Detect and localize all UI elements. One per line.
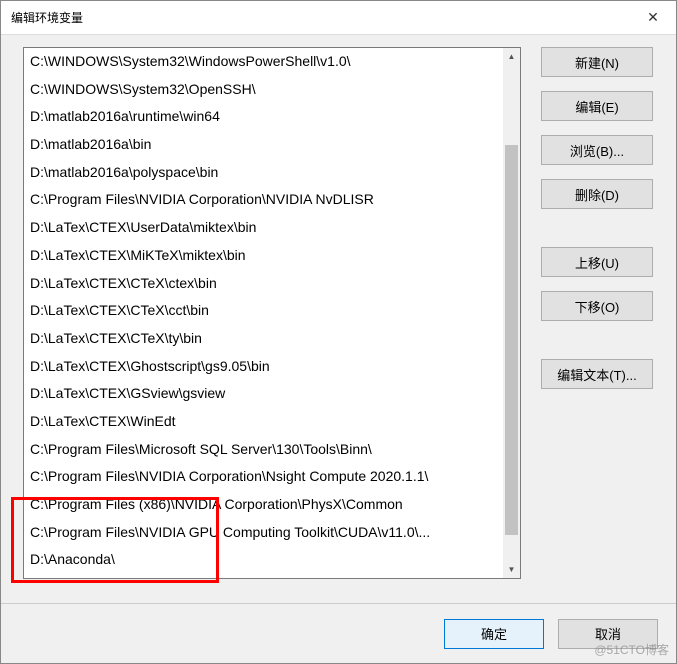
list-item[interactable]: C:\WINDOWS\System32\OpenSSH\ [24,76,503,104]
list-item[interactable]: D:\LaTex\CTEX\UserData\miktex\bin [24,214,503,242]
bottom-bar: 确定 取消 [1,603,676,663]
side-button-column: 新建(N) 编辑(E) 浏览(B)... 删除(D) 上移(U) 下移(O) 编… [541,47,653,591]
list-item[interactable]: D:\matlab2016a\runtime\win64 [24,103,503,131]
movedown-button[interactable]: 下移(O) [541,291,653,321]
list-item[interactable]: D:\LaTex\CTEX\Ghostscript\gs9.05\bin [24,353,503,381]
list-item[interactable]: D:\LaTex\CTEX\GSview\gsview [24,380,503,408]
close-button[interactable]: ✕ [630,1,676,35]
moveup-button[interactable]: 上移(U) [541,247,653,277]
new-button[interactable]: 新建(N) [541,47,653,77]
scroll-thumb[interactable] [505,145,518,535]
delete-button[interactable]: 删除(D) [541,179,653,209]
scroll-track[interactable] [503,65,520,561]
list-item[interactable]: D:\Anaconda\ [24,546,503,574]
browse-button[interactable]: 浏览(B)... [541,135,653,165]
list-item[interactable]: D:\matlab2016a\bin [24,131,503,159]
list-item[interactable]: D:\LaTex\CTEX\MiKTeX\miktex\bin [24,242,503,270]
list-item[interactable]: C:\WINDOWS\System32\WindowsPowerShell\v1… [24,48,503,76]
scroll-down-icon[interactable]: ▼ [503,561,520,578]
list-item[interactable]: D:\LaTex\CTEX\WinEdt [24,408,503,436]
titlebar: 编辑环境变量 ✕ [1,1,676,35]
list-item[interactable]: D:\LaTex\CTEX\CTeX\cct\bin [24,297,503,325]
dialog-window: 编辑环境变量 ✕ C:\WINDOWS\System32\WindowsPowe… [0,0,677,664]
list-scroll: C:\WINDOWS\System32\WindowsPowerShell\v1… [24,48,503,578]
list-item[interactable]: D:\matlab2016a\polyspace\bin [24,159,503,187]
dialog-title: 编辑环境变量 [11,9,83,26]
list-item[interactable]: C:\Program Files\NVIDIA GPU Computing To… [24,519,503,547]
close-icon: ✕ [647,9,659,26]
list-item[interactable]: D:\LaTex\CTEX\CTeX\ctex\bin [24,270,503,298]
list-item[interactable]: D:\LaTex\CTEX\CTeX\ty\bin [24,325,503,353]
list-item[interactable]: C:\Program Files\Microsoft SQL Server\13… [24,436,503,464]
edittext-button[interactable]: 编辑文本(T)... [541,359,653,389]
path-listbox[interactable]: C:\WINDOWS\System32\WindowsPowerShell\v1… [23,47,521,579]
ok-button[interactable]: 确定 [444,619,544,649]
list-item[interactable]: C:\Program Files\NVIDIA Corporation\NVID… [24,186,503,214]
list-item[interactable]: C:\Program Files\NVIDIA Corporation\Nsig… [24,463,503,491]
watermark: @51CTO博客 [594,641,669,658]
list-item[interactable]: D:\Anaconda\Library\bin [24,574,503,578]
content-area: C:\WINDOWS\System32\WindowsPowerShell\v1… [1,35,676,603]
list-item[interactable]: C:\Program Files (x86)\NVIDIA Corporatio… [24,491,503,519]
edit-button[interactable]: 编辑(E) [541,91,653,121]
scroll-up-icon[interactable]: ▲ [503,48,520,65]
scrollbar[interactable]: ▲ ▼ [503,48,520,578]
